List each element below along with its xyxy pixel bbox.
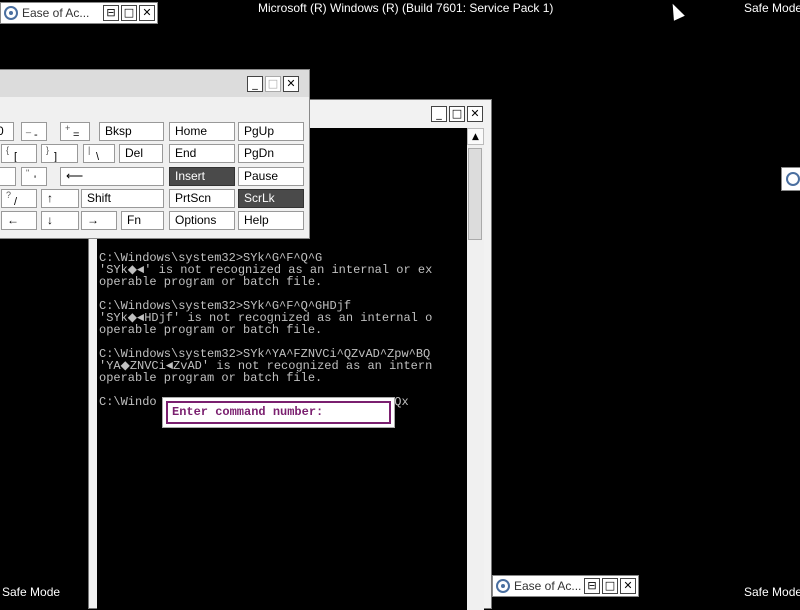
key-left-arrow[interactable]: ← (1, 211, 37, 230)
command-number-input[interactable]: Enter command number: (166, 401, 391, 424)
scrollbar-thumb[interactable] (468, 148, 482, 240)
console-line: operable program or batch file. (99, 371, 323, 385)
key-right-arrow[interactable]: → (81, 211, 117, 230)
ease-of-access-minimized-bottom[interactable]: Ease of Ac... ⊟ □ ✕ (492, 575, 639, 597)
key-down-arrow[interactable]: ↓ (41, 211, 79, 230)
key-semicolon[interactable]: ; (0, 167, 16, 186)
ease-of-access-icon (496, 579, 510, 593)
ease-of-access-side-window[interactable] (781, 167, 800, 191)
key-pgdn[interactable]: PgDn (238, 144, 304, 163)
maximize-button[interactable]: □ (602, 578, 618, 594)
key-pause[interactable]: Pause (238, 167, 304, 186)
close-button[interactable]: ✕ (139, 5, 155, 21)
key-0[interactable]: 0 (0, 122, 14, 141)
close-button[interactable]: ✕ (620, 578, 636, 594)
key-home[interactable]: Home (169, 122, 235, 141)
maximize-button[interactable]: □ (265, 75, 281, 92)
key-fn[interactable]: Fn (121, 211, 164, 230)
key-right-bracket[interactable]: }] (41, 144, 78, 163)
ease-of-access-icon (4, 6, 18, 20)
key-left-bracket[interactable]: {[ (1, 144, 37, 163)
on-screen-keyboard-window[interactable]: _ □ ✕ 0 _- += Bksp {[ }] |\ Del ; "' ⟵ ?… (0, 69, 310, 239)
close-button[interactable]: ✕ (283, 75, 299, 92)
console-line: operable program or batch file. (99, 323, 323, 337)
minimize-button[interactable]: _ (247, 75, 263, 92)
key-help[interactable]: Help (238, 211, 304, 230)
command-number-dialog[interactable]: Enter command number: (162, 397, 395, 428)
key-pgup[interactable]: PgUp (238, 122, 304, 141)
key-delete[interactable]: Del (119, 144, 163, 163)
restore-button[interactable]: ⊟ (103, 5, 119, 21)
key-shift[interactable]: Shift (81, 189, 164, 208)
ease-of-access-minimized-top[interactable]: Ease of Ac... ⊟ □ ✕ (0, 2, 158, 24)
key-end[interactable]: End (169, 144, 235, 163)
console-line: operable program or batch file. (99, 275, 323, 289)
ease-of-access-icon (786, 172, 800, 186)
minimize-button[interactable]: _ (431, 106, 447, 122)
safe-mode-label-bottom-right: Safe Mode (744, 585, 800, 599)
desktop-title: Microsoft (R) Windows (R) (Build 7601: S… (258, 1, 554, 15)
restore-button[interactable]: ⊟ (584, 578, 600, 594)
maximize-button[interactable]: □ (449, 106, 465, 122)
key-slash[interactable]: ? / (1, 189, 37, 208)
key-prtscn[interactable]: PrtScn (169, 189, 235, 208)
mouse-pointer-icon (667, 1, 685, 21)
ease-of-access-title: Ease of Ac... (22, 6, 90, 20)
vertical-scrollbar[interactable]: ▲ (467, 128, 484, 610)
key-scrlk[interactable]: ScrLk (238, 189, 304, 208)
key-minus[interactable]: _ - (21, 122, 47, 141)
scroll-up-icon[interactable]: ▲ (467, 128, 484, 145)
osk-title-bar[interactable]: _ □ ✕ (0, 70, 309, 97)
ease-of-access-title: Ease of Ac... (514, 579, 582, 593)
key-enter[interactable]: ⟵ (60, 167, 164, 186)
maximize-button[interactable]: □ (121, 5, 137, 21)
key-backslash[interactable]: | \ (83, 144, 115, 163)
safe-mode-label-bottom-left: Safe Mode (2, 585, 61, 599)
close-button[interactable]: ✕ (467, 106, 483, 122)
key-options[interactable]: Options (169, 211, 235, 230)
safe-mode-label-top-right: Safe Mode (744, 1, 800, 15)
key-insert[interactable]: Insert (169, 167, 235, 186)
key-backspace[interactable]: Bksp (99, 122, 164, 141)
key-up-arrow[interactable]: ↑ (41, 189, 79, 208)
key-quote[interactable]: " ' (21, 167, 47, 186)
key-equals[interactable]: + = (60, 122, 90, 141)
